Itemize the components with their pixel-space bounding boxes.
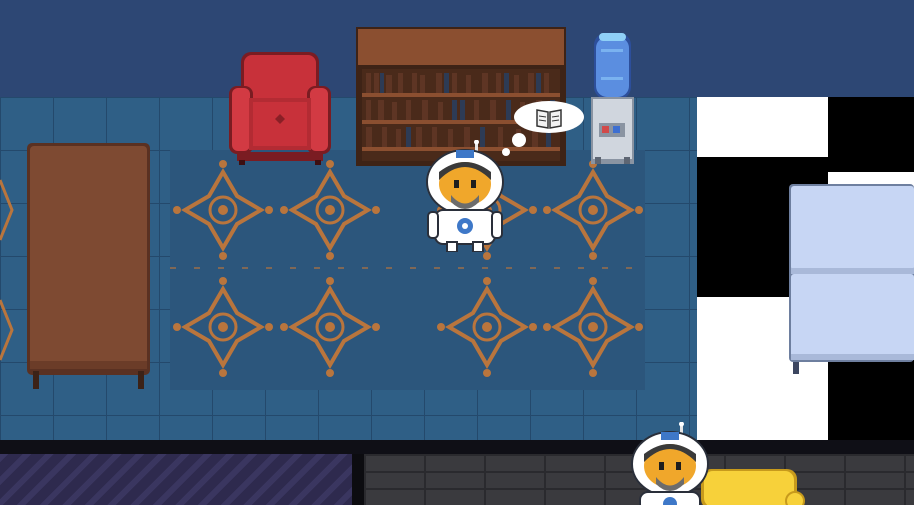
door-gap	[352, 454, 364, 505]
red-armchair[interactable]	[229, 52, 331, 165]
purple-carpet[interactable]	[0, 454, 352, 505]
game-map[interactable]	[0, 0, 914, 505]
yellow-sofa[interactable]	[701, 465, 805, 505]
long-wooden-table[interactable]	[27, 143, 150, 389]
rug-pattern	[170, 158, 645, 379]
floor-edge-pattern	[0, 179, 14, 361]
player-astronaut[interactable]	[425, 139, 505, 253]
patterned-rug	[170, 150, 645, 390]
wall-divider	[0, 440, 914, 454]
light-blue-desk[interactable]	[789, 184, 914, 374]
book-icon	[535, 106, 563, 130]
water-cooler[interactable]	[591, 29, 634, 164]
other-astronaut[interactable]	[630, 421, 710, 505]
